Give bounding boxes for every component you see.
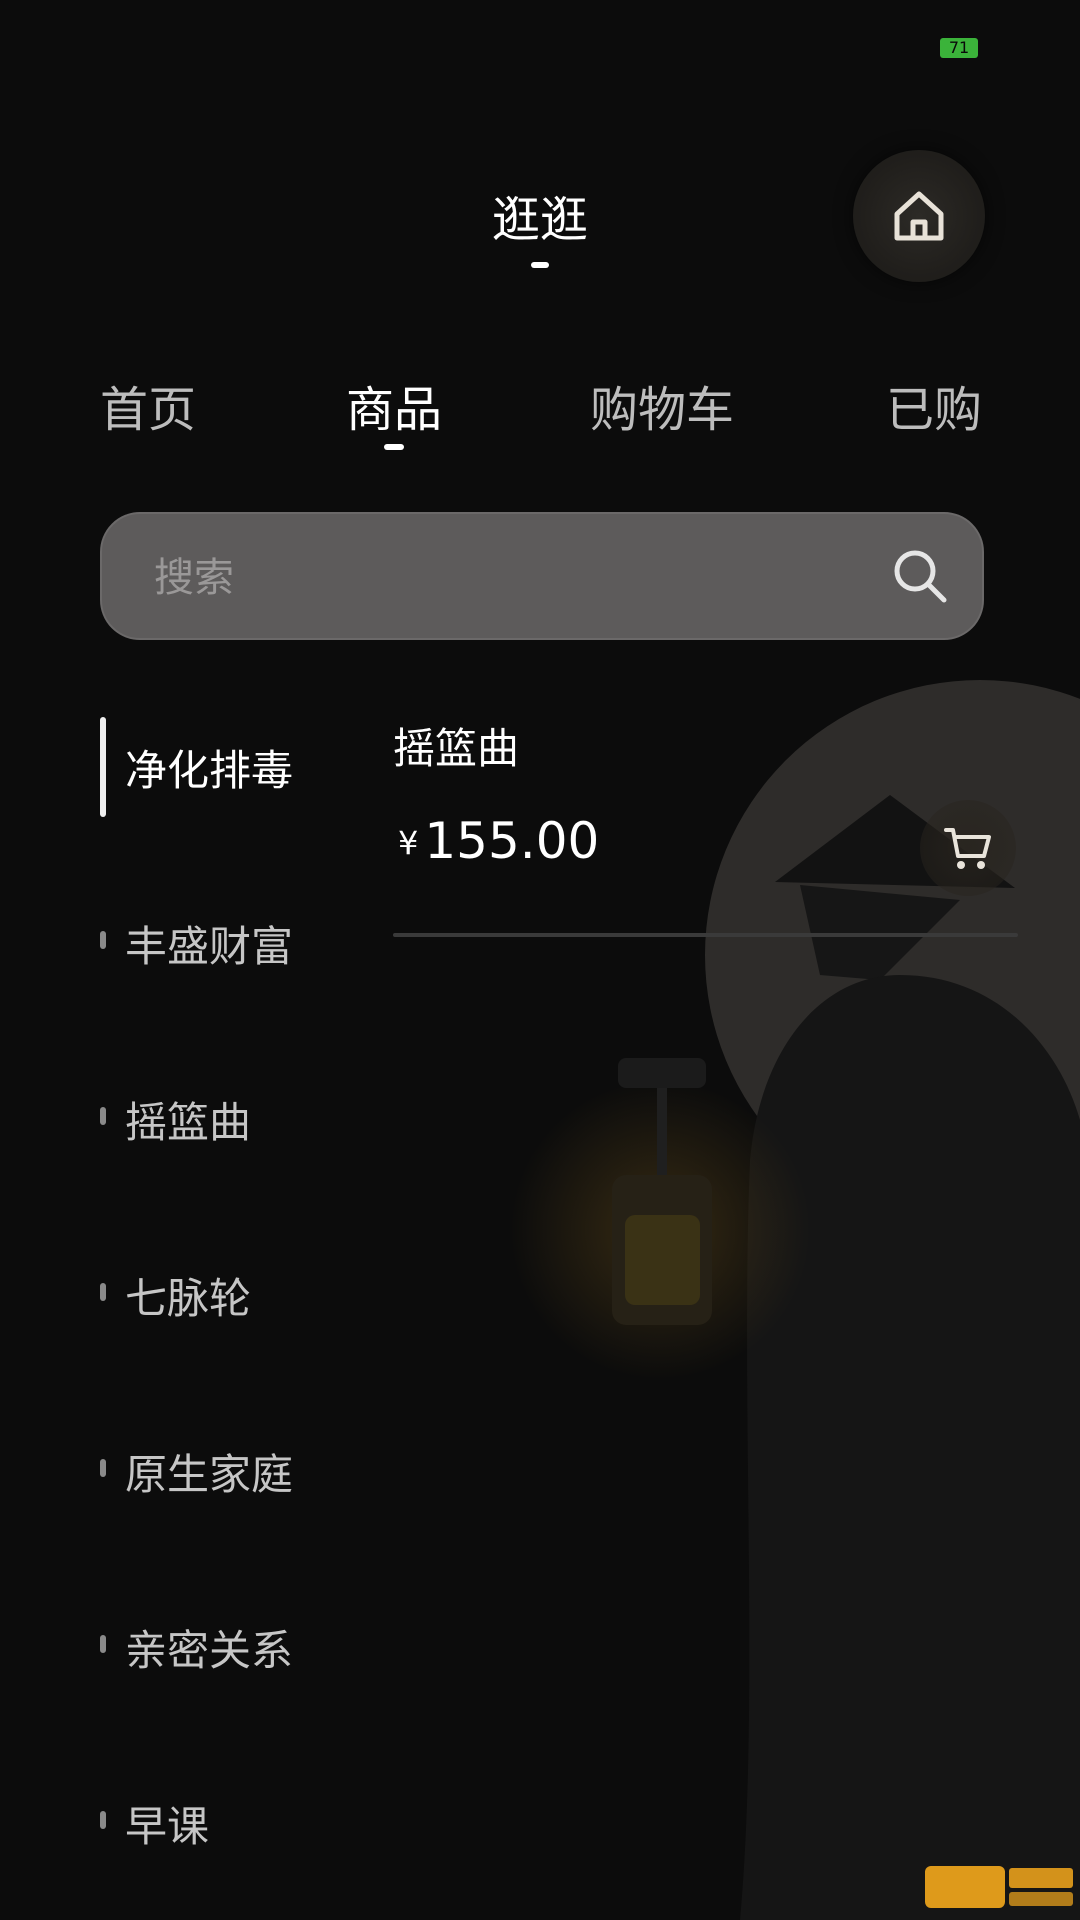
category-label: 摇篮曲 xyxy=(125,1098,252,1147)
category-indicator xyxy=(100,1635,106,1653)
product-price: ¥155.00 xyxy=(398,812,599,870)
robe-shape xyxy=(740,975,1080,1920)
lantern-light-shape xyxy=(625,1215,700,1305)
tab-home[interactable]: 首页 xyxy=(100,370,196,440)
battery-indicator: 71 xyxy=(940,38,978,58)
category-label: 七脉轮 xyxy=(125,1274,252,1323)
search-input[interactable] xyxy=(154,548,834,608)
status-bar: 71 xyxy=(0,0,1080,100)
page-title: 逛逛 xyxy=(491,192,588,248)
add-to-cart-button[interactable] xyxy=(920,800,1016,896)
category-indicator xyxy=(100,1107,106,1125)
home-icon xyxy=(894,191,944,241)
lantern-cap-shape xyxy=(618,1058,706,1088)
category-label: 原生家庭 xyxy=(125,1450,294,1499)
tab-purchased[interactable]: 已购 xyxy=(886,370,982,440)
category-label: 亲密关系 xyxy=(125,1626,294,1675)
title-indicator xyxy=(531,262,549,268)
product-divider xyxy=(393,933,1018,937)
category-indicator xyxy=(100,1283,106,1301)
app-screen: 71 逛逛 首页 商品 购物车 已购 净化排毒 丰盛财富 摇篮曲 七脉轮 xyxy=(0,0,1080,1920)
search-bar[interactable] xyxy=(100,512,984,640)
category-indicator xyxy=(100,717,106,817)
category-indicator xyxy=(100,931,106,949)
category-label: 早课 xyxy=(125,1802,210,1851)
category-label: 净化排毒 xyxy=(125,746,294,795)
home-button[interactable] xyxy=(853,150,985,282)
product-name[interactable]: 摇篮曲 xyxy=(393,715,519,776)
price-amount: 155.00 xyxy=(424,812,600,870)
tab-cart[interactable]: 购物车 xyxy=(590,370,734,440)
cart-icon xyxy=(944,828,991,869)
category-indicator xyxy=(100,1811,106,1829)
currency-symbol: ¥ xyxy=(398,824,419,862)
active-tab-indicator xyxy=(384,444,404,450)
category-indicator xyxy=(100,1459,106,1477)
tab-goods[interactable]: 商品 xyxy=(346,370,442,440)
watermark-logo xyxy=(925,1866,1073,1908)
category-label: 丰盛财富 xyxy=(125,922,294,971)
search-icon[interactable] xyxy=(890,546,950,606)
